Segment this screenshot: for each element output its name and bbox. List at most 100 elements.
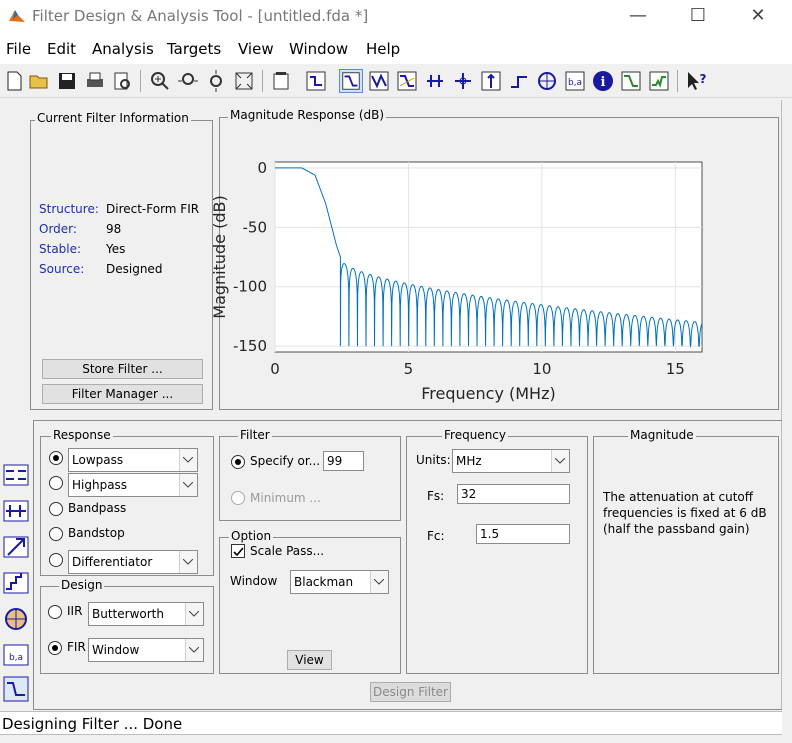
design-filter-mode-icon[interactable] xyxy=(2,675,30,703)
highpass-select-value: Highpass xyxy=(72,478,128,492)
fir-radio[interactable] xyxy=(48,641,62,655)
order-value: 98 xyxy=(106,222,122,236)
view-window-button[interactable]: View xyxy=(287,650,332,670)
source-label: Source: xyxy=(39,262,85,276)
lowpass-select[interactable]: Lowpass xyxy=(68,448,198,472)
store-filter-button[interactable]: Store Filter ... xyxy=(42,359,203,379)
iir-label: IIR xyxy=(67,604,83,618)
whats-this-icon[interactable]: ? xyxy=(684,69,708,93)
svg-text:?: ? xyxy=(700,72,707,86)
filter-order-panel xyxy=(219,436,401,521)
differentiator-radio[interactable] xyxy=(49,553,63,567)
chevron-down-icon xyxy=(183,457,193,463)
filter-manager-button[interactable]: Filter Manager ... xyxy=(42,384,203,404)
title-bar: Filter Design & Analysis Tool - [untitle… xyxy=(0,0,792,34)
full-view-icon[interactable] xyxy=(232,69,256,93)
structure-value: Direct-Form FIR xyxy=(106,202,200,216)
chevron-down-icon xyxy=(183,559,193,565)
chevron-down-icon xyxy=(183,482,193,488)
scale-passband-label: Scale Pass... xyxy=(250,544,325,558)
print-icon[interactable] xyxy=(83,69,107,93)
transform-filter-icon[interactable] xyxy=(2,461,30,489)
pole-zero-editor-icon[interactable] xyxy=(2,605,30,633)
open-icon[interactable] xyxy=(27,69,51,93)
step-response-icon[interactable] xyxy=(507,69,531,93)
bandstop-radio[interactable] xyxy=(49,527,63,541)
filter-coefficients-icon[interactable]: b,a xyxy=(563,69,587,93)
svg-text:i: i xyxy=(601,75,606,90)
units-label: Units: xyxy=(416,453,451,467)
structure-label: Structure: xyxy=(39,202,99,216)
filter-info-icon[interactable]: i xyxy=(591,69,615,93)
units-select[interactable]: MHz xyxy=(452,449,570,473)
x-tick-label: 10 xyxy=(532,360,551,378)
import-filter-icon[interactable] xyxy=(2,533,30,561)
iir-method-select[interactable]: Butterworth xyxy=(88,602,204,626)
print-preview-icon[interactable] xyxy=(110,69,134,93)
magnitude-phase-icon[interactable] xyxy=(395,69,419,93)
units-select-value: MHz xyxy=(456,454,482,468)
bandstop-label: Bandstop xyxy=(68,526,125,540)
differentiator-select[interactable]: Differentiator xyxy=(68,550,198,574)
group-delay-icon[interactable] xyxy=(423,69,447,93)
zoom-x-icon[interactable] xyxy=(176,69,200,93)
menu-window[interactable]: Window xyxy=(289,40,348,58)
menu-file[interactable]: File xyxy=(6,40,31,58)
filter-specs-icon[interactable] xyxy=(304,69,328,93)
close-button[interactable]: ✕ xyxy=(738,4,778,30)
highpass-radio[interactable] xyxy=(49,476,63,490)
new-figure-icon[interactable] xyxy=(269,69,293,93)
magnitude-specs-panel xyxy=(593,436,779,674)
menu-edit[interactable]: Edit xyxy=(47,40,76,58)
magnitude-response-icon[interactable] xyxy=(339,69,363,93)
design-filter-button[interactable]: Design Filter xyxy=(370,682,451,702)
x-tick-label: 15 xyxy=(666,360,685,378)
fc-input[interactable]: 1.5 xyxy=(476,524,570,544)
magnitude-response-chart[interactable]: 0 5 10 15 0 -50 -100 -150 Frequency (MHz) Magnitu… xyxy=(205,140,715,410)
iir-radio[interactable] xyxy=(48,605,62,619)
multirate-icon[interactable]: b,a xyxy=(2,641,30,669)
impulse-response-icon[interactable] xyxy=(479,69,503,93)
save-icon[interactable] xyxy=(55,69,79,93)
fs-input[interactable]: 32 xyxy=(457,484,570,504)
fir-method-select[interactable]: Window xyxy=(88,638,204,662)
svg-text:b,a: b,a xyxy=(9,653,23,663)
quantize-filter-icon[interactable] xyxy=(2,569,30,597)
chevron-down-icon xyxy=(189,647,199,653)
menu-analysis[interactable]: Analysis xyxy=(92,40,154,58)
menu-help[interactable]: Help xyxy=(366,40,400,58)
pole-zero-icon[interactable] xyxy=(535,69,559,93)
fs-label: Fs: xyxy=(427,489,445,503)
phase-delay-icon[interactable] xyxy=(451,69,475,93)
new-icon[interactable] xyxy=(2,69,26,93)
convert-structure-icon[interactable] xyxy=(2,497,30,525)
maximize-button[interactable]: ☐ xyxy=(678,4,718,30)
stable-value: Yes xyxy=(106,242,126,256)
highpass-select[interactable]: Highpass xyxy=(68,473,198,497)
lowpass-radio[interactable] xyxy=(49,451,63,465)
scale-passband-checkbox[interactable] xyxy=(231,544,245,558)
chevron-down-icon xyxy=(374,579,384,585)
design-method-title: Design xyxy=(59,578,105,592)
order-input[interactable]: 99 xyxy=(323,451,364,471)
fir-label: FIR xyxy=(67,640,86,654)
specify-order-label: Specify or... xyxy=(250,454,321,468)
magnitude-estimate-icon[interactable] xyxy=(619,69,643,93)
specify-order-radio[interactable] xyxy=(231,455,245,469)
svg-text:b,a: b,a xyxy=(568,78,582,88)
y-axis-label: Magnitude (dB) xyxy=(210,195,229,318)
bandpass-radio[interactable] xyxy=(49,502,63,516)
menu-bar: File Edit Analysis Targets View Window H… xyxy=(0,34,792,64)
menu-targets[interactable]: Targets xyxy=(167,40,221,58)
window-select[interactable]: Blackman xyxy=(290,570,389,594)
phase-response-icon[interactable] xyxy=(367,69,391,93)
minimize-button[interactable]: — xyxy=(618,4,658,30)
zoom-in-icon[interactable] xyxy=(148,69,172,93)
y-tick-label: -50 xyxy=(243,218,268,236)
round-off-noise-icon[interactable] xyxy=(647,69,671,93)
minimum-order-radio[interactable] xyxy=(231,491,245,505)
zoom-y-icon[interactable] xyxy=(204,69,228,93)
window-title: Filter Design & Analysis Tool - [untitle… xyxy=(32,7,369,25)
lowpass-select-value: Lowpass xyxy=(72,453,124,467)
menu-view[interactable]: View xyxy=(238,40,274,58)
